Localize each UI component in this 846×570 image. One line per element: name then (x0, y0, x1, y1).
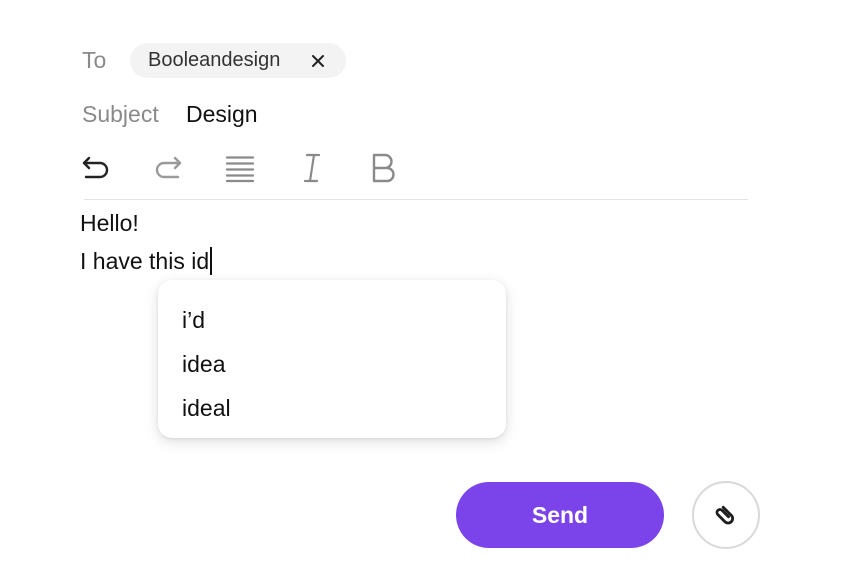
italic-button[interactable] (294, 150, 330, 186)
suggestion-item[interactable]: i’d (182, 304, 205, 336)
italic-icon (294, 150, 330, 186)
suggestion-item[interactable]: ideal (182, 392, 231, 424)
paperclip-icon (715, 505, 734, 525)
body-line-current-text: I have this id (80, 248, 210, 274)
body-line-current[interactable]: I have this id (80, 245, 213, 277)
undo-button[interactable] (78, 150, 114, 186)
recipient-chip[interactable]: Booleandesign (130, 43, 346, 78)
attach-button[interactable] (692, 481, 760, 549)
toolbar-divider (84, 199, 748, 200)
autocomplete-menu: i’d idea ideal (158, 280, 506, 438)
undo-icon (78, 150, 114, 186)
recipient-name: Booleandesign (148, 49, 281, 71)
bold-icon (366, 150, 402, 186)
redo-button[interactable] (150, 150, 186, 186)
redo-icon (150, 150, 186, 186)
to-label: To (82, 47, 107, 73)
text-caret (210, 247, 213, 275)
body-line-greeting[interactable]: Hello! (80, 207, 139, 239)
subject-label: Subject (82, 101, 159, 127)
bold-button[interactable] (366, 150, 402, 186)
align-justify-icon (222, 150, 258, 186)
subject-field[interactable]: Design (186, 98, 258, 130)
suggestion-item[interactable]: idea (182, 348, 225, 380)
email-composer: To Booleandesign Subject Design Hello! I… (0, 0, 846, 570)
close-icon[interactable] (309, 52, 327, 70)
align-button[interactable] (222, 150, 258, 186)
send-button[interactable]: Send (456, 482, 664, 548)
